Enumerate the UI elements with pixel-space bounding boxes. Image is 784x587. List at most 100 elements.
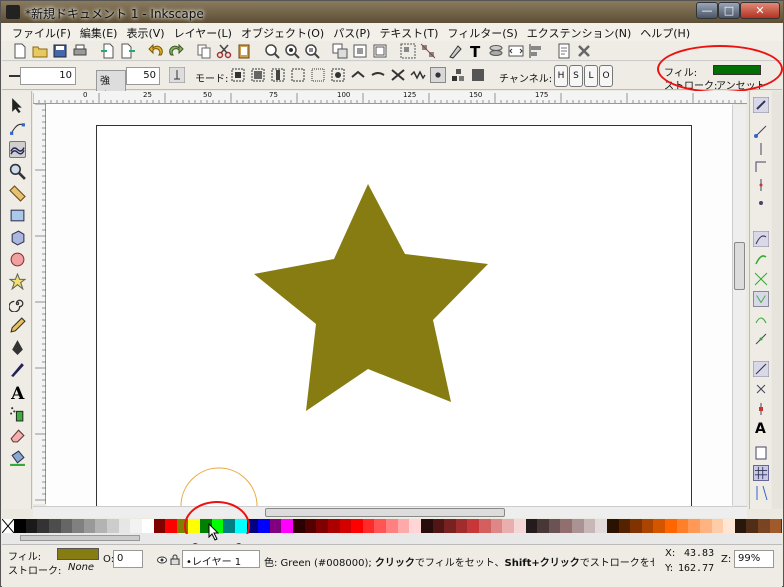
- palette-swatch[interactable]: [409, 519, 421, 533]
- palette-swatch[interactable]: [397, 519, 410, 533]
- no-paint-swatch[interactable]: [1, 518, 15, 534]
- width-input[interactable]: 10: [20, 67, 76, 85]
- pencil-tool-icon[interactable]: [9, 317, 26, 334]
- palette-swatch[interactable]: [734, 519, 747, 533]
- menu-object[interactable]: オブジェクト(O): [239, 23, 331, 41]
- palette-swatch[interactable]: [432, 519, 445, 533]
- vertical-scrollbar[interactable]: [732, 105, 746, 505]
- undo-icon[interactable]: [148, 43, 164, 59]
- palette-swatch[interactable]: [48, 519, 61, 533]
- palette-swatch[interactable]: [281, 519, 293, 533]
- minimize-button[interactable]: —: [696, 2, 718, 19]
- copy-icon[interactable]: [196, 43, 212, 59]
- current-layer-select[interactable]: •レイヤー 1: [182, 550, 260, 568]
- print-icon[interactable]: [72, 43, 88, 59]
- palette-swatch[interactable]: [630, 519, 642, 533]
- snap-text-baseline-icon[interactable]: A: [753, 419, 769, 435]
- preferences-icon[interactable]: [576, 43, 592, 59]
- layer-lock-icon[interactable]: [170, 554, 180, 565]
- palette-swatch[interactable]: [699, 519, 712, 533]
- palette-swatch[interactable]: [351, 519, 363, 533]
- palette-swatch[interactable]: [25, 519, 38, 533]
- eraser-tool-icon[interactable]: [9, 427, 26, 444]
- palette-swatch[interactable]: [327, 519, 340, 533]
- snap-guide-icon[interactable]: [753, 401, 769, 417]
- zoom-drawing-icon[interactable]: [284, 43, 300, 59]
- palette-swatch[interactable]: [479, 519, 491, 533]
- palette-swatch[interactable]: [502, 519, 514, 533]
- 3d-box-tool-icon[interactable]: [9, 229, 26, 246]
- palette-scrollbar[interactable]: [2, 534, 782, 543]
- snap-line-midpoints-icon[interactable]: [753, 331, 769, 347]
- unlink-clone-icon[interactable]: [372, 43, 388, 59]
- opacity-input[interactable]: 0: [113, 550, 143, 568]
- xml-editor-icon[interactable]: [508, 43, 524, 59]
- paste-icon[interactable]: [236, 43, 252, 59]
- channel-lightness-button[interactable]: L: [584, 65, 598, 87]
- palette-swatch[interactable]: [83, 519, 96, 533]
- mode-move-jitter-icon[interactable]: [270, 67, 286, 83]
- palette-swatch[interactable]: [374, 519, 386, 533]
- horizontal-scroll-thumb[interactable]: [265, 508, 505, 517]
- zoom-page-icon[interactable]: [304, 43, 320, 59]
- snap-object-midpoints-icon[interactable]: [753, 361, 769, 377]
- snap-page-border-icon[interactable]: [753, 445, 769, 461]
- palette-swatch[interactable]: [293, 519, 305, 533]
- layers-dialog-icon[interactable]: [488, 43, 504, 59]
- zoom-tool-icon[interactable]: [9, 163, 26, 180]
- snap-rotation-center-icon[interactable]: [753, 381, 769, 397]
- menu-filters[interactable]: フィルター(S): [445, 23, 524, 41]
- pen-tool-icon[interactable]: [9, 339, 26, 356]
- mode-duplicate-icon[interactable]: [330, 67, 346, 83]
- palette-swatch[interactable]: [269, 519, 282, 533]
- palette-swatch[interactable]: [723, 519, 735, 533]
- snap-path-intersection-icon[interactable]: [753, 271, 769, 287]
- menu-help[interactable]: ヘルプ(H): [638, 23, 697, 41]
- mode-move-inout-icon[interactable]: [250, 67, 266, 83]
- menu-view[interactable]: 表示(V): [124, 23, 171, 41]
- open-folder-icon[interactable]: [32, 43, 48, 59]
- mode-blur-icon[interactable]: [470, 67, 486, 83]
- cut-icon[interactable]: [216, 43, 232, 59]
- palette-swatch[interactable]: [537, 519, 549, 533]
- palette-swatch[interactable]: [444, 519, 456, 533]
- menu-layer[interactable]: レイヤー(L): [172, 23, 239, 41]
- zoom-input[interactable]: 99%: [734, 550, 774, 568]
- vertical-scroll-thumb[interactable]: [734, 242, 745, 290]
- palette-swatch[interactable]: [490, 519, 503, 533]
- palette-swatch[interactable]: [141, 519, 154, 533]
- snap-toggle-icon[interactable]: [753, 97, 769, 113]
- palette-swatch[interactable]: [746, 519, 758, 533]
- clone-icon[interactable]: [352, 43, 368, 59]
- layer-visibility-eye-icon[interactable]: [157, 555, 167, 565]
- menu-text[interactable]: テキスト(T): [377, 23, 445, 41]
- paint-bucket-tool-icon[interactable]: [9, 449, 26, 466]
- palette-swatch[interactable]: [618, 519, 631, 533]
- palette-swatch[interactable]: [107, 519, 119, 533]
- palette-swatch[interactable]: [653, 519, 665, 533]
- mode-jitter-color-icon[interactable]: [450, 67, 466, 83]
- palette-swatch[interactable]: [688, 519, 700, 533]
- snap-bbox-center-icon[interactable]: [753, 195, 769, 211]
- duplicate-icon[interactable]: [332, 43, 348, 59]
- drawing-canvas[interactable]: [46, 104, 732, 506]
- fill-stroke-dialog-icon[interactable]: [448, 43, 464, 59]
- palette-swatch[interactable]: [165, 519, 177, 533]
- palette-swatch[interactable]: [467, 519, 479, 533]
- palette-swatch[interactable]: [525, 519, 538, 533]
- mode-paint-icon[interactable]: [430, 67, 446, 83]
- snap-bbox-icon[interactable]: [753, 123, 769, 139]
- palette-swatch[interactable]: [386, 519, 398, 533]
- menu-edit[interactable]: 編集(E): [78, 23, 125, 41]
- palette-swatch[interactable]: [583, 519, 596, 533]
- snap-bbox-corner-icon[interactable]: [753, 159, 769, 175]
- palette-swatch[interactable]: [455, 519, 468, 533]
- spiral-tool-icon[interactable]: [9, 295, 26, 312]
- horizontal-scrollbar[interactable]: [33, 506, 747, 518]
- force-input[interactable]: 50: [126, 67, 160, 85]
- palette-swatch[interactable]: [676, 519, 689, 533]
- mode-scale-icon[interactable]: [290, 67, 306, 83]
- menu-path[interactable]: パス(P): [331, 23, 377, 41]
- spray-tool-icon[interactable]: [9, 405, 26, 422]
- palette-scroll-thumb[interactable]: [20, 535, 140, 541]
